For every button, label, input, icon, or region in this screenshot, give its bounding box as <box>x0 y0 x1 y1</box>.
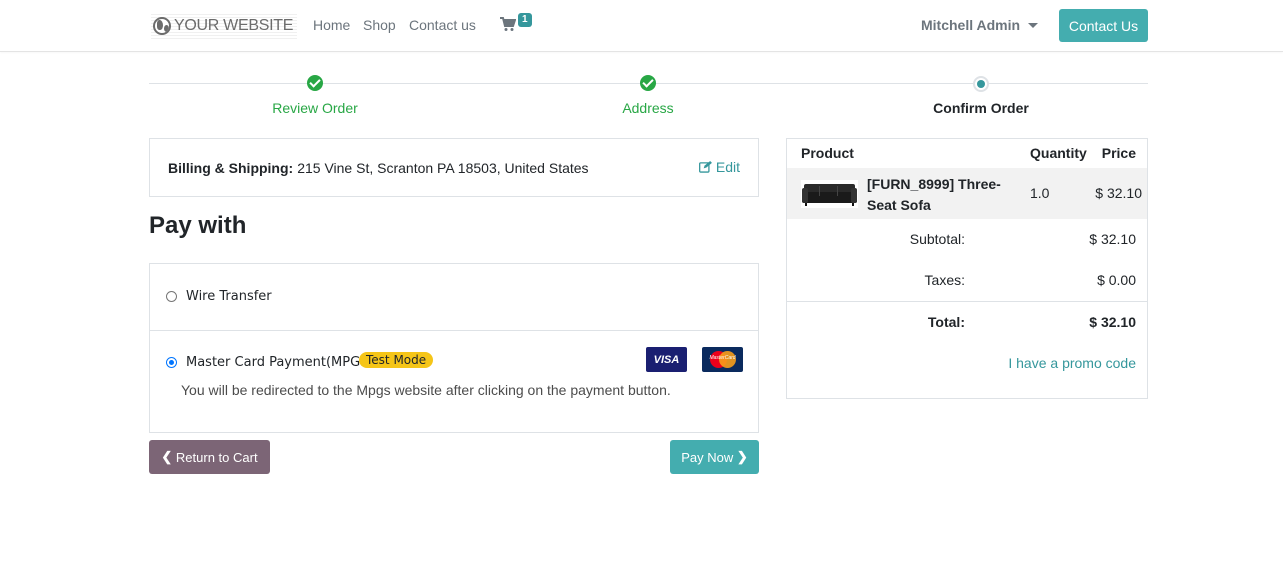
contact-us-button[interactable]: Contact Us <box>1059 9 1148 42</box>
product-name: [FURN_8999] Three-Seat Sofa <box>867 176 1001 213</box>
mpgs-label: Master Card Payment(MPGS) <box>186 355 374 370</box>
nav-shop[interactable]: Shop <box>363 17 396 33</box>
cart-icon[interactable] <box>500 16 516 32</box>
divider <box>787 301 1147 302</box>
step-review-order[interactable]: Review Order <box>215 100 415 116</box>
step-confirm-order: Confirm Order <box>933 100 1029 116</box>
header-price: Price <box>1101 145 1136 161</box>
promo-code-link[interactable]: I have a promo code <box>1008 355 1136 371</box>
test-mode-badge: Test Mode <box>359 352 434 368</box>
payment-methods: Wire Transfer Master Card Payment(MPGS) … <box>149 263 759 433</box>
edit-icon <box>698 161 712 173</box>
mpgs-description: You will be redirected to the Mpgs websi… <box>181 382 671 398</box>
table-row: [FURN_8999] Three-Seat Sofa 1.0 $ 32.10 <box>787 168 1147 219</box>
top-navbar: YOUR WEBSITE Home Shop Contact us 1 Mitc… <box>0 0 1283 52</box>
billing-label: Billing & Shipping: <box>168 159 294 176</box>
step-address[interactable]: Address <box>548 100 748 116</box>
edit-address-link[interactable]: Edit <box>698 159 740 175</box>
header-quantity: Quantity <box>1030 145 1087 161</box>
cart-count-badge: 1 <box>518 13 532 27</box>
wire-transfer-label: Wire Transfer <box>186 289 272 304</box>
site-logo[interactable]: YOUR WEBSITE <box>151 13 298 39</box>
visa-icon: VISA <box>646 347 687 372</box>
product-quantity: 1.0 <box>1030 185 1050 201</box>
subtotal-label: Subtotal: <box>909 231 965 247</box>
billing-shipping-box: Billing & Shipping: 215 Vine St, Scranto… <box>149 138 759 197</box>
step-confirm-dot-icon <box>973 76 989 92</box>
chevron-right-icon: ❯ <box>733 449 748 464</box>
step-address-check-icon <box>640 75 656 91</box>
return-to-cart-button[interactable]: ❮ Return to Cart <box>149 440 270 474</box>
logo-text: YOUR WEBSITE <box>174 17 294 34</box>
product-price: $ 32.10 <box>1095 185 1142 201</box>
edit-label: Edit <box>715 159 740 175</box>
step-review-check-icon <box>307 75 323 91</box>
total-label: Total: <box>927 314 965 330</box>
nav-home[interactable]: Home <box>313 17 350 33</box>
user-name: Mitchell Admin <box>921 17 1021 33</box>
sofa-thumbnail[interactable] <box>801 180 858 208</box>
chevron-left-icon: ❮ <box>161 449 176 464</box>
pay-with-title: Pay with <box>149 212 247 239</box>
payment-option-wire-transfer[interactable]: Wire Transfer <box>150 264 758 331</box>
order-summary: Product Quantity Price [FURN_8999] Three… <box>786 138 1148 399</box>
mastercard-icon: MasterCard <box>702 347 743 372</box>
globe-icon <box>153 17 171 35</box>
taxes-value: $ 0.00 <box>1097 272 1136 288</box>
caret-down-icon <box>1028 22 1039 28</box>
billing-address: 215 Vine St, Scranton PA 18503, United S… <box>297 159 589 176</box>
wire-transfer-radio[interactable] <box>166 291 177 302</box>
total-value: $ 32.10 <box>1089 314 1136 330</box>
header-product: Product <box>801 145 854 161</box>
pay-now-button[interactable]: Pay Now ❯ <box>670 440 759 474</box>
taxes-label: Taxes: <box>924 272 965 288</box>
subtotal-value: $ 32.10 <box>1089 231 1136 247</box>
mpgs-radio[interactable] <box>166 357 177 368</box>
user-menu[interactable]: Mitchell Admin <box>921 17 1039 33</box>
nav-contact-us[interactable]: Contact us <box>409 17 476 33</box>
